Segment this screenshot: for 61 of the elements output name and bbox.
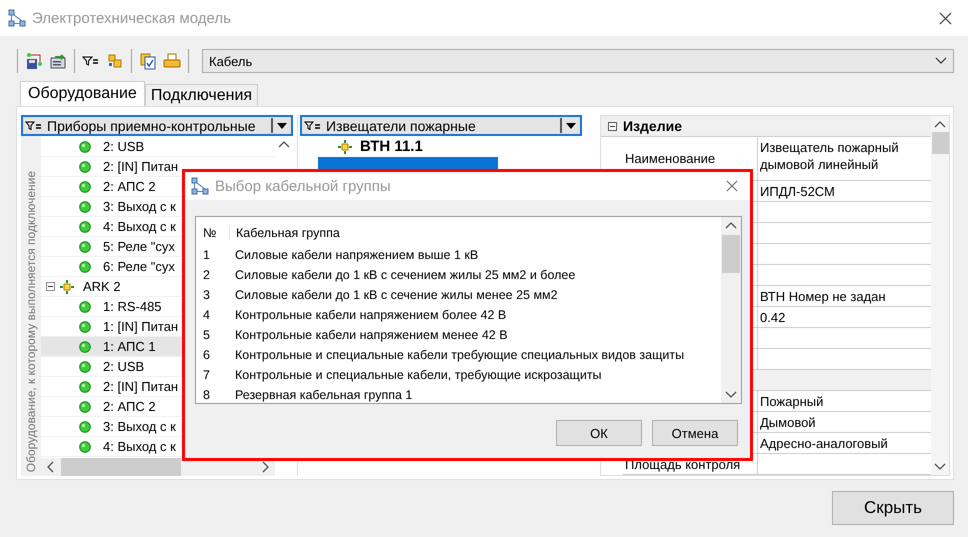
- save-icon[interactable]: [25, 52, 43, 70]
- scrollbar-thumb[interactable]: [61, 458, 181, 476]
- status-dot-icon: [79, 380, 91, 392]
- scroll-up-icon[interactable]: [278, 140, 290, 148]
- side-label: Оборудование, к которому выполняется подключение: [24, 170, 38, 474]
- status-dot-icon: [79, 400, 91, 412]
- vertical-scrollbar[interactable]: [721, 217, 741, 403]
- tab[interactable]: Подключения: [144, 84, 258, 106]
- scroll-down-icon[interactable]: [934, 463, 946, 471]
- vertical-scrollbar[interactable]: [931, 116, 949, 475]
- filter-icon: [304, 120, 322, 132]
- scroll-down-icon[interactable]: [725, 391, 737, 399]
- device-icon: [338, 140, 352, 154]
- scrollbar-thumb[interactable]: [932, 132, 948, 154]
- dropdown-arrow-icon: [277, 122, 287, 128]
- column-header[interactable]: №: [196, 226, 230, 240]
- list-item[interactable]: ВТН 11.1: [318, 136, 498, 157]
- status-dot-icon: [79, 200, 91, 212]
- tree-item[interactable]: 2: USB: [41, 137, 275, 157]
- dialog-button[interactable]: ОК: [556, 420, 642, 446]
- app-icon: [8, 9, 26, 27]
- status-dot-icon: [79, 340, 91, 352]
- scroll-up-icon[interactable]: [725, 221, 737, 229]
- dropdown-arrow-icon: [566, 122, 576, 128]
- status-dot-icon: [79, 440, 91, 452]
- scroll-up-icon[interactable]: [934, 120, 946, 128]
- close-icon[interactable]: [726, 180, 738, 192]
- status-dot-icon: [79, 320, 91, 332]
- status-dot-icon: [79, 160, 91, 172]
- device-icon: [60, 280, 74, 294]
- tree-item[interactable]: ARK 2: [83, 279, 121, 294]
- collapse-icon[interactable]: [46, 282, 55, 291]
- status-dot-icon: [79, 260, 91, 272]
- close-icon[interactable]: [939, 12, 952, 24]
- scrollbar-thumb[interactable]: [722, 235, 740, 273]
- filter-icon: [25, 120, 43, 132]
- hide-button[interactable]: Скрыть: [832, 491, 954, 525]
- print-icon[interactable]: [163, 52, 181, 70]
- status-dot-icon: [79, 180, 91, 192]
- status-dot-icon: [79, 240, 91, 252]
- checklist-icon[interactable]: [139, 52, 157, 70]
- status-dot-icon: [79, 420, 91, 432]
- collapse-icon[interactable]: [608, 122, 616, 130]
- status-dot-icon: [79, 220, 91, 232]
- status-dot-icon: [79, 140, 91, 152]
- cable-dropdown[interactable]: Кабель: [202, 49, 954, 73]
- status-dot-icon: [79, 360, 91, 372]
- section-header[interactable]: Изделие: [623, 116, 931, 136]
- horizontal-scrollbar[interactable]: [41, 458, 275, 476]
- filter-dropdown[interactable]: Приборы приемно-контрольные: [21, 115, 293, 136]
- app-icon: [191, 177, 209, 195]
- dialog-button[interactable]: Отмена: [652, 420, 738, 446]
- scroll-left-icon[interactable]: [47, 461, 55, 473]
- scroll-right-icon[interactable]: [261, 461, 269, 473]
- export-icon[interactable]: [49, 52, 67, 70]
- blocks-icon[interactable]: [106, 52, 124, 70]
- tab[interactable]: Оборудование: [20, 81, 145, 106]
- filter-dropdown[interactable]: Извещатели пожарные: [300, 115, 582, 136]
- window-title: Электротехническая модель: [32, 10, 232, 26]
- chevron-down-icon: [935, 57, 947, 65]
- status-dot-icon: [79, 300, 91, 312]
